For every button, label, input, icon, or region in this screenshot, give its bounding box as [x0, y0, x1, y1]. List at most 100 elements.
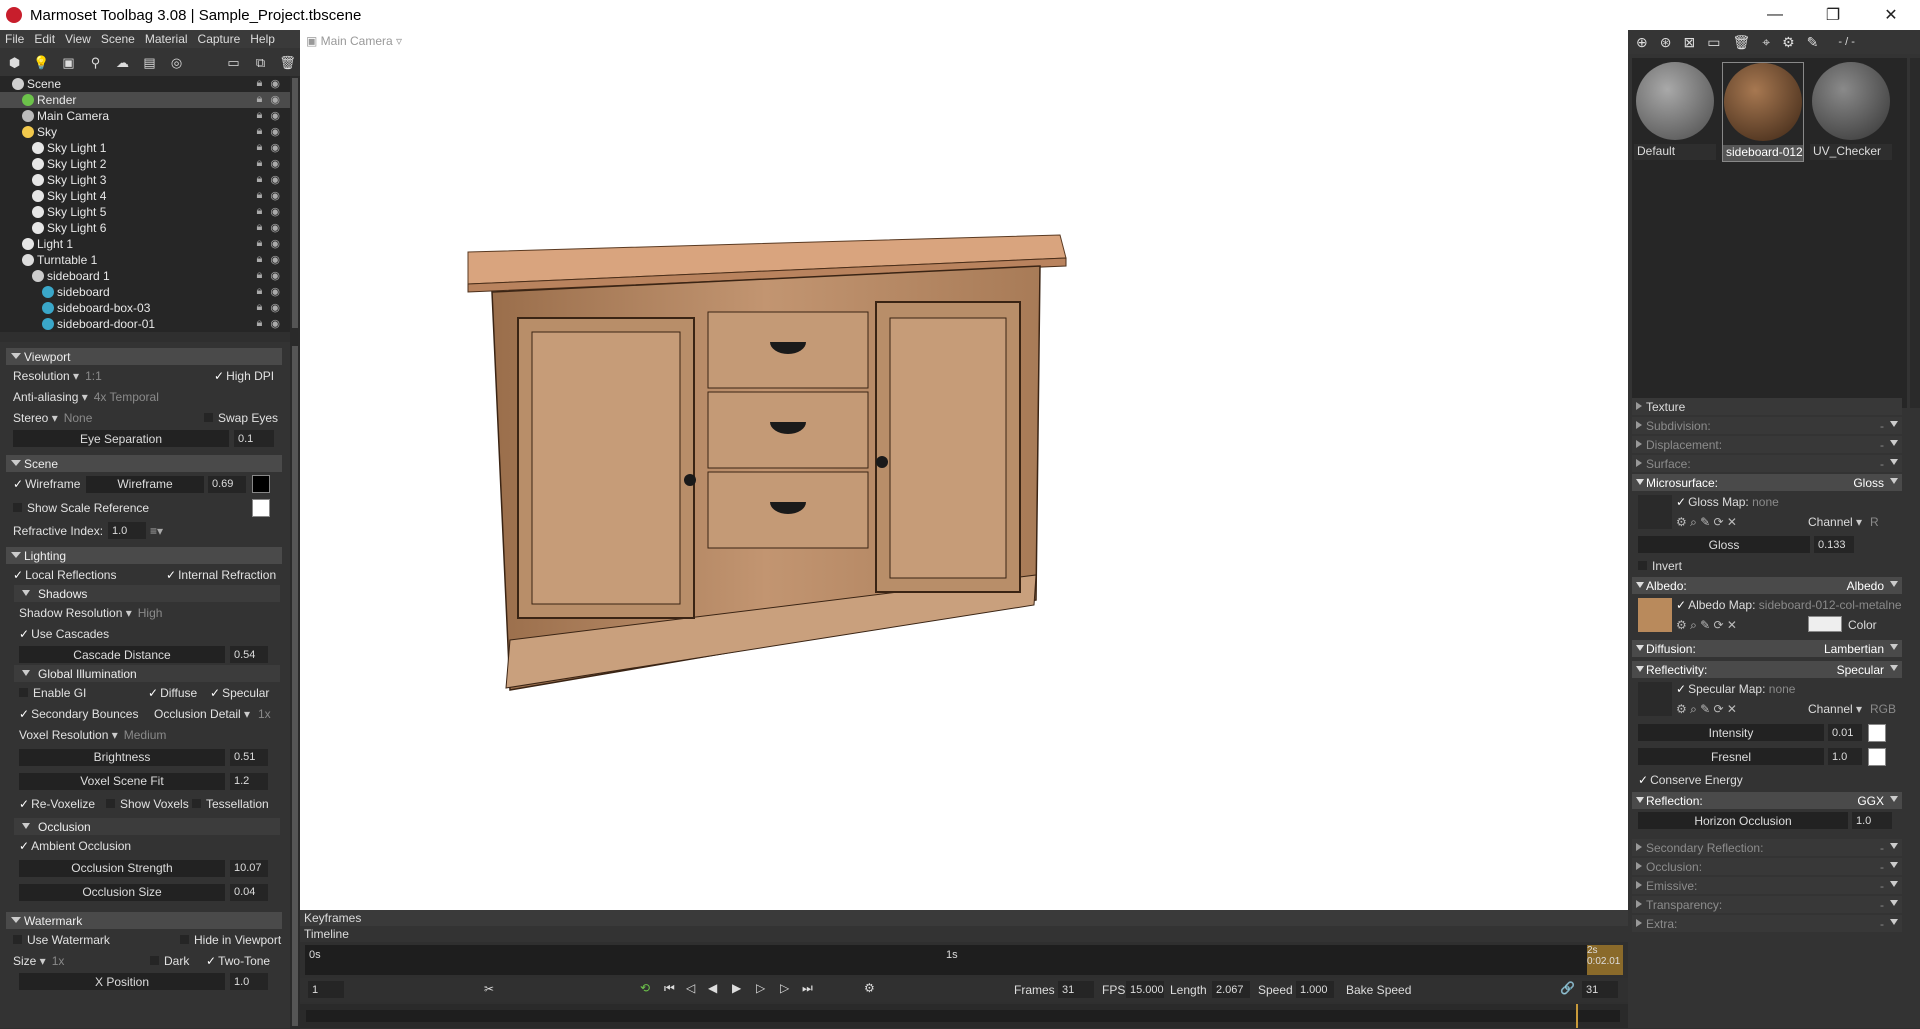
microsurface-dropdown-icon[interactable] [1890, 478, 1898, 484]
trash-icon[interactable]: 🗑 [279, 54, 296, 71]
albedo-dropdown-icon[interactable] [1890, 581, 1898, 587]
material-folder-icon[interactable]: ▭ [1707, 34, 1720, 51]
material-uv-checker[interactable]: UV_Checker [1810, 62, 1892, 160]
folder-icon[interactable]: ▭ [225, 54, 242, 71]
occlusion-detail-dropdown[interactable]: Occlusion Detail [154, 707, 250, 721]
horizon-occlusion-value[interactable]: 1.0 [1852, 812, 1892, 829]
specular-map-tools-icon[interactable]: ⚙ ⌕ ✎ ⟳ ✕ [1676, 702, 1737, 717]
gloss-channel-dropdown[interactable]: Channel [1808, 515, 1862, 529]
use-cascades-checkbox[interactable]: Use Cascades [19, 627, 109, 641]
albedo-map-checkbox[interactable]: Albedo Map: sideboard-012-col-metalne [1676, 598, 1902, 612]
duplicate-icon[interactable]: ⧉ [252, 54, 269, 71]
lock-icon[interactable]: 🔒︎ [257, 221, 263, 234]
scissors-icon[interactable]: ✂ [484, 982, 494, 996]
fps-field[interactable]: 15.000 [1126, 981, 1164, 998]
global-illumination-subsection-header[interactable]: Global Illumination [14, 665, 280, 682]
lock-icon[interactable]: 🔒︎ [257, 189, 263, 202]
re-voxelize-checkbox[interactable]: Re-Voxelize [19, 797, 95, 811]
add-shadow-catcher-icon[interactable]: ▤ [141, 54, 158, 71]
visibility-eye-icon[interactable]: ◉ [270, 189, 280, 202]
timeline-header[interactable]: Timeline [300, 926, 1628, 942]
shadow-resolution-dropdown[interactable]: Shadow Resolution [19, 606, 132, 620]
fresnel-value[interactable]: 1.0 [1828, 748, 1862, 765]
intensity-color-swatch[interactable] [1868, 724, 1886, 742]
menu-material[interactable]: Material [140, 30, 193, 48]
voxel-scene-fit-slider[interactable]: Voxel Scene Fit [19, 772, 225, 790]
displacement-section[interactable]: Displacement: - [1632, 436, 1902, 453]
gloss-map-tools-icon[interactable]: ⚙ ⌕ ✎ ⟳ ✕ [1676, 515, 1737, 530]
show-scale-reference-checkbox[interactable]: Show Scale Reference [13, 501, 149, 515]
visibility-eye-icon[interactable]: ◉ [270, 125, 280, 138]
menu-view[interactable]: View [60, 30, 96, 48]
add-turntable-icon[interactable]: ⚲ [87, 54, 104, 71]
material-library-scrollbar[interactable] [1910, 58, 1920, 408]
secondary-reflection-section[interactable]: Secondary Reflection: - [1632, 839, 1902, 856]
internal-refraction-checkbox[interactable]: Internal Refraction [166, 568, 276, 582]
displacement-dropdown-icon[interactable] [1890, 440, 1898, 446]
link-icon[interactable]: 🔗 [1560, 981, 1575, 995]
menu-capture[interactable]: Capture [193, 30, 246, 48]
specular-map-checkbox[interactable]: Specular Map: none [1676, 682, 1795, 696]
material-picker-icon[interactable]: ⌖ [1762, 34, 1770, 51]
wireframe-slider[interactable]: Wireframe [86, 475, 204, 493]
albedo-color-swatch[interactable] [1808, 616, 1842, 632]
visibility-eye-icon[interactable]: ◉ [270, 285, 280, 298]
refractive-preset-icon[interactable]: ≡▾ [150, 524, 163, 538]
local-reflections-checkbox[interactable]: Local Reflections [13, 568, 116, 582]
diffusion-section[interactable]: Diffusion: Lambertian [1632, 640, 1902, 657]
visibility-eye-icon[interactable]: ◉ [270, 237, 280, 250]
tessellation-checkbox[interactable]: Tessellation [192, 797, 269, 811]
visibility-eye-icon[interactable]: ◉ [270, 173, 280, 186]
tree-item[interactable]: Sky 🔒︎ ◉ [0, 124, 290, 140]
wireframe-checkbox[interactable]: Wireframe [13, 477, 80, 491]
lock-icon[interactable]: 🔒︎ [257, 173, 263, 186]
close-button[interactable]: ✕ [1862, 0, 1920, 30]
tree-item[interactable]: Render 🔒︎ ◉ [0, 92, 290, 108]
tree-item[interactable]: sideboard 1 🔒︎ ◉ [0, 268, 290, 284]
timeline-scrubber[interactable] [300, 1004, 1628, 1028]
minimize-button[interactable]: — [1746, 0, 1804, 30]
maximize-button[interactable]: ❐ [1804, 0, 1862, 30]
specular-channel-dropdown[interactable]: Channel [1808, 702, 1862, 716]
visibility-eye-icon[interactable]: ◉ [270, 317, 280, 330]
swap-eyes-checkbox[interactable]: Swap Eyes [204, 411, 278, 425]
shadows-subsection-header[interactable]: Shadows [14, 585, 280, 602]
lock-icon[interactable]: 🔒︎ [257, 205, 263, 218]
reflection-section[interactable]: Reflection: GGX [1632, 792, 1902, 809]
tree-item[interactable]: Sky Light 2 🔒︎ ◉ [0, 156, 290, 172]
emissive-dropdown-icon[interactable] [1890, 881, 1898, 887]
occlusion-strength-slider[interactable]: Occlusion Strength [19, 859, 225, 877]
tree-item[interactable]: Sky Light 3 🔒︎ ◉ [0, 172, 290, 188]
texture-section[interactable]: Texture [1632, 398, 1902, 415]
menu-scene[interactable]: Scene [96, 30, 140, 48]
length-field[interactable]: 2.067 [1212, 981, 1250, 998]
voxel-scene-fit-value[interactable]: 1.2 [230, 772, 268, 790]
lock-icon[interactable]: 🔒︎ [257, 125, 263, 138]
lock-icon[interactable]: 🔒︎ [257, 77, 263, 90]
stereo-dropdown[interactable]: Stereo [13, 411, 58, 425]
diffusion-dropdown-icon[interactable] [1890, 644, 1898, 650]
material-edit-icon[interactable]: ✎ [1807, 34, 1819, 51]
resolution-dropdown[interactable]: Resolution [13, 369, 79, 383]
anti-aliasing-dropdown[interactable]: Anti-aliasing [13, 390, 88, 404]
timeline-track[interactable]: 0s 1s 2s 0:02.01 [305, 945, 1623, 975]
scale-reference-color-swatch[interactable] [252, 499, 270, 517]
albedo-map-thumbnail[interactable] [1638, 598, 1672, 632]
tree-item[interactable]: sideboard-box-03 🔒︎ ◉ [0, 300, 290, 316]
import-material-icon[interactable]: ⊛ [1660, 34, 1672, 51]
lock-icon[interactable]: 🔒︎ [257, 157, 263, 170]
visibility-eye-icon[interactable]: ◉ [270, 109, 280, 122]
lock-icon[interactable]: 🔒︎ [257, 141, 263, 154]
visibility-eye-icon[interactable]: ◉ [270, 77, 280, 90]
reflectivity-section[interactable]: Reflectivity: Specular [1632, 661, 1902, 678]
lock-icon[interactable]: 🔒︎ [257, 285, 263, 298]
brightness-value[interactable]: 0.51 [230, 748, 268, 766]
add-fog-icon[interactable]: ☁ [114, 54, 131, 71]
visibility-eye-icon[interactable]: ◉ [270, 141, 280, 154]
albedo-map-tools-icon[interactable]: ⚙ ⌕ ✎ ⟳ ✕ [1676, 618, 1737, 633]
extra-dropdown-icon[interactable] [1890, 919, 1898, 925]
two-tone-checkbox[interactable]: Two-Tone [206, 954, 270, 968]
tree-item[interactable]: sideboard 🔒︎ ◉ [0, 284, 290, 300]
occlusion-subsection-header[interactable]: Occlusion [14, 818, 280, 835]
timeline-settings-icon[interactable]: ⚙ [864, 981, 875, 995]
